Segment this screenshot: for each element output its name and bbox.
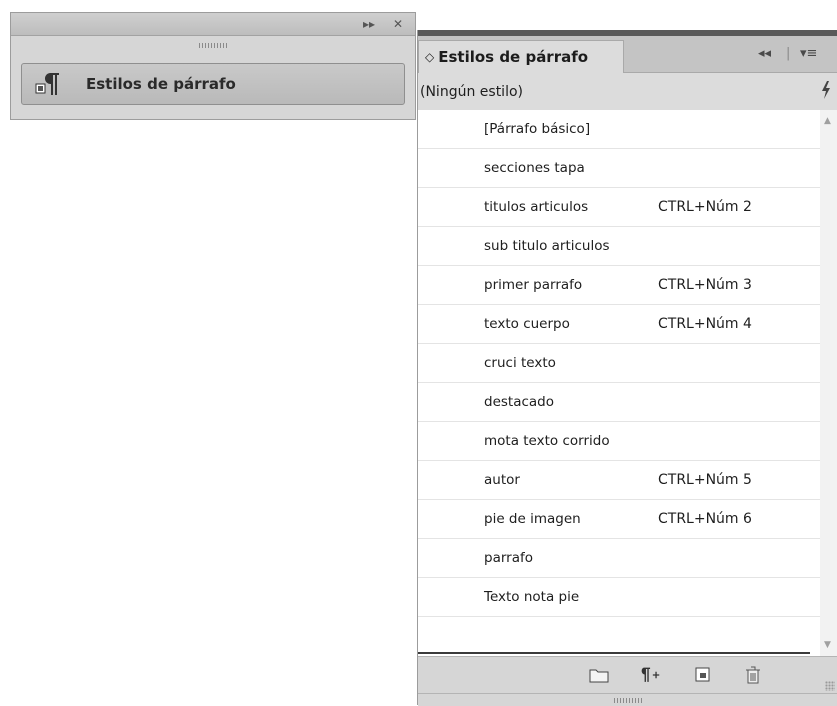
tab-paragraph-styles[interactable]: ◇ Estilos de párrafo [418,40,624,73]
paragraph-styles-panel: ◇ Estilos de párrafo ◂◂ | ▾≡ (Ningún est… [417,30,837,706]
style-list-item[interactable]: secciones tapa [418,149,820,188]
new-style-icon[interactable] [692,665,714,685]
collapsed-panel: ▸▸ ✕ Estilos de párrafo [10,12,416,120]
folder-icon[interactable] [588,665,610,685]
expand-arrows-icon[interactable]: ◂◂ [758,45,771,63]
style-shortcut: CTRL+Núm 6 [658,511,752,527]
style-list-item[interactable]: primer parrafo CTRL+Núm 3 [418,266,820,305]
style-name: sub titulo articulos [484,238,610,254]
style-shortcut: CTRL+Núm 3 [658,277,752,293]
style-list-item[interactable]: titulos articulos CTRL+Núm 2 [418,188,820,227]
paragraph-styles-icon [34,70,62,98]
scroll-down-icon[interactable]: ▼ [824,640,831,650]
scrollbar[interactable]: ▲ ▼ [820,110,837,656]
lightning-icon[interactable] [821,81,831,103]
style-name: cruci texto [484,355,556,371]
style-name: parrafo [484,550,533,566]
style-name: titulos articulos [484,199,589,215]
style-shortcut: CTRL+Núm 2 [658,199,752,215]
collapse-arrows-icon[interactable]: ▸▸ [363,15,375,33]
panel-menu-icon[interactable]: ▾≡ [800,45,817,63]
style-name: mota texto corrido [484,433,610,449]
scroll-up-icon[interactable]: ▲ [824,116,831,126]
style-name: texto cuerpo [484,316,570,332]
close-icon[interactable]: ✕ [393,15,403,33]
paragraph-styles-label: Estilos de párrafo [86,75,236,93]
new-style-override-icon[interactable] [640,665,662,685]
style-list-item[interactable]: parrafo [418,539,820,578]
style-list-item[interactable]: Texto nota pie [418,578,820,617]
style-list-item[interactable]: cruci texto [418,344,820,383]
divider: | [786,46,791,61]
style-name: destacado [484,394,554,410]
style-list-item[interactable]: destacado [418,383,820,422]
current-style-header: (Ningún estilo) [418,73,837,112]
style-name: Texto nota pie [484,589,580,605]
style-list-item[interactable]: pie de imagen CTRL+Núm 6 [418,500,820,539]
style-list-item[interactable]: [Párrafo básico] [418,110,820,149]
drag-grip[interactable] [11,36,415,54]
style-list-item[interactable]: mota texto corrido [418,422,820,461]
style-list-item[interactable]: autor CTRL+Núm 5 [418,461,820,500]
style-list: [Párrafo básico] secciones tapa titulos ar… [418,110,820,656]
style-name: [Párrafo básico] [484,121,591,137]
trash-icon[interactable] [742,665,764,685]
paragraph-styles-panel-button[interactable]: Estilos de párrafo [21,63,405,105]
style-shortcut: CTRL+Núm 5 [658,472,752,488]
panel-footer [418,656,837,694]
tab-label: Estilos de párrafo [438,48,589,66]
style-list-item[interactable]: texto cuerpo CTRL+Núm 4 [418,305,820,344]
collapsed-panel-titlebar[interactable]: ▸▸ ✕ [11,13,415,36]
current-style-label: (Ningún estilo) [420,84,523,100]
style-list-item[interactable]: sub titulo articulos [418,227,820,266]
resize-handle[interactable] [825,681,835,691]
style-name: primer parrafo [484,277,583,293]
list-bottom-divider [418,652,810,654]
bottom-drag-grip[interactable] [418,693,837,706]
style-name: autor [484,472,520,488]
panel-tab-row: ◇ Estilos de párrafo ◂◂ | ▾≡ [418,36,837,73]
updown-arrows-icon: ◇ [425,50,435,64]
style-shortcut: CTRL+Núm 4 [658,316,752,332]
style-name: pie de imagen [484,511,581,527]
style-name: secciones tapa [484,160,585,176]
